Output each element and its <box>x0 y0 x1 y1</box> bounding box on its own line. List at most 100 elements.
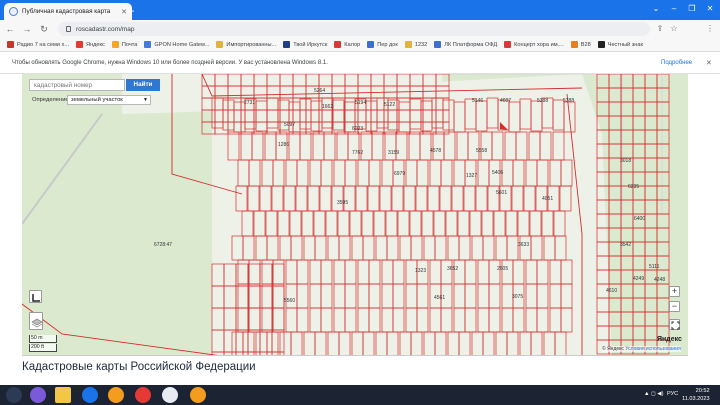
cadastral-label: 5601 <box>496 190 507 196</box>
bookmark-item[interactable]: Калор <box>334 41 360 48</box>
search-panel: Найти Определение земельный участок ▼ <box>29 79 160 115</box>
cadastral-label: 5388 <box>563 98 574 104</box>
bookmark-item[interactable]: Яндекс <box>76 41 105 48</box>
bookmark-favicon-icon <box>216 41 224 48</box>
ruler-tool-icon[interactable] <box>29 290 42 303</box>
bookmark-label: Почта <box>121 41 138 48</box>
infobar-close-icon[interactable]: ✕ <box>706 59 712 67</box>
map-attribution: © Яндекс Условия использования <box>602 346 681 352</box>
zoom-out-button[interactable]: − <box>669 301 680 312</box>
close-window-button[interactable]: ✕ <box>702 2 718 16</box>
cadastral-label: 6728:47 <box>154 242 172 248</box>
cadastral-label: 5388 <box>537 98 548 104</box>
cadastral-search-input[interactable] <box>29 79 125 91</box>
zoom-in-button[interactable]: + <box>669 286 680 297</box>
cadastral-label: 4607 <box>500 98 511 104</box>
forward-button[interactable]: → <box>20 22 34 36</box>
cadastral-map[interactable]: 4607 5388 5146 2731 5097 6023 5194 5122 7762 3159… <box>22 74 688 356</box>
app-icon-alice[interactable] <box>30 387 46 403</box>
search-button[interactable]: Найти <box>126 79 160 91</box>
cadastral-label: 2731 <box>244 100 255 106</box>
bookmark-item[interactable]: 1232 <box>404 41 428 48</box>
chrome-icon[interactable] <box>82 387 98 403</box>
bookmark-item[interactable]: Честный знак <box>597 41 643 48</box>
bookmark-favicon-icon <box>7 41 14 48</box>
fullscreen-icon[interactable] <box>669 319 680 330</box>
cadastral-label: 3018 <box>620 158 631 164</box>
bookmark-label: В28 <box>580 41 591 48</box>
cadastral-label: 5558 <box>476 148 487 154</box>
yandex-browser-icon[interactable] <box>135 387 151 403</box>
minimize-button[interactable]: – <box>666 2 682 16</box>
bookmark-favicon-icon <box>111 41 119 48</box>
cadastral-label: 6235 <box>628 184 639 190</box>
bookmark-favicon-icon <box>76 41 84 48</box>
bookmark-label: Калор <box>344 41 361 48</box>
file-explorer-icon[interactable] <box>55 387 71 403</box>
cadastral-label: 4248 <box>654 277 665 283</box>
cadastral-label: 3542 <box>620 242 631 248</box>
windows-taskbar: ▲ ◻ ◀) РУС 20:52 11.03.2023 <box>0 385 720 405</box>
bookmark-star-icon[interactable]: ☆ <box>668 23 680 35</box>
cadastral-label: 3159 <box>388 150 399 156</box>
scale-meters: 50 m <box>29 335 57 343</box>
clock-time: 20:52 <box>695 388 710 394</box>
bookmark-favicon-icon <box>283 41 291 48</box>
start-button[interactable] <box>6 387 22 403</box>
bookmark-favicon-icon <box>367 41 375 48</box>
app-icon-1c-second[interactable] <box>190 387 206 403</box>
bookmark-item[interactable]: Твой Иркутск <box>283 41 327 48</box>
bookmark-item[interactable]: ЛК Платформа ОФД <box>434 41 497 48</box>
system-clock[interactable]: 20:52 11.03.2023 <box>682 387 710 403</box>
new-tab-button[interactable]: + <box>124 4 138 18</box>
cadastral-label: 3075 <box>512 294 523 300</box>
maximize-button[interactable]: ❐ <box>684 2 700 16</box>
bookmark-item[interactable]: Концерт хора им.... <box>504 41 564 48</box>
page-content: 4607 5388 5146 2731 5097 6023 5194 5122 7762 3159… <box>0 74 720 380</box>
tray-icons[interactable]: ▲ ◻ ◀) <box>644 391 663 397</box>
menu-icon[interactable]: ⋮ <box>704 23 716 35</box>
input-language[interactable]: РУС <box>667 391 678 397</box>
tab-active[interactable]: Публичная кадастровая карта ✕ <box>4 3 132 20</box>
cadastral-label: 5560 <box>284 298 295 304</box>
clock-date: 11.03.2023 <box>682 396 710 402</box>
bookmark-item[interactable]: Пер док <box>367 41 398 48</box>
bookmark-item[interactable]: Радио 7 на семи х... <box>7 41 69 48</box>
bookmark-favicon-icon <box>404 41 412 48</box>
bookmark-item[interactable]: Импортированны... <box>216 41 276 48</box>
definition-label: Определение <box>32 97 69 103</box>
share-icon[interactable]: ⇪ <box>654 23 666 35</box>
bookmark-label: Честный знак <box>607 41 643 48</box>
cadastral-label: 1662 <box>322 104 333 110</box>
bookmark-item[interactable]: В28 <box>570 41 591 48</box>
cadastral-label: 1286 <box>278 142 289 148</box>
cadastral-label: 3652 <box>447 266 458 272</box>
bookmark-favicon-icon <box>434 41 442 48</box>
cadastral-label: 1323 <box>415 268 426 274</box>
app-icon-c[interactable] <box>162 387 178 403</box>
bookmark-label: 1232 <box>414 41 428 48</box>
bookmark-item[interactable]: Почта <box>111 41 138 48</box>
layers-icon[interactable] <box>29 312 43 330</box>
reload-button[interactable]: ↻ <box>37 22 51 36</box>
app-icon-1c[interactable] <box>108 387 124 403</box>
cadastral-label: 4051 <box>542 196 553 202</box>
bookmark-label: Твой Иркутск <box>293 41 328 48</box>
lock-icon[interactable] <box>66 26 71 32</box>
infobar-more-link[interactable]: Подробнее <box>661 60 692 66</box>
chevron-down-icon: ▼ <box>143 97 148 103</box>
cadastral-label: 4578 <box>430 148 441 154</box>
bookmark-label: Пер док <box>377 41 398 48</box>
scale-feet: 200 ft <box>29 344 57 352</box>
tab-search-icon[interactable]: ⌄ <box>648 2 664 16</box>
bookmark-label: Концерт хора им.... <box>514 41 564 48</box>
bookmark-favicon-icon <box>570 41 578 48</box>
address-bar[interactable]: roscadastr.com/map <box>58 22 650 36</box>
definition-select[interactable]: земельный участок ▼ <box>67 95 151 105</box>
back-button[interactable]: ← <box>3 22 17 36</box>
bookmark-item[interactable]: GPON Home Gatew... <box>144 41 209 48</box>
terms-link[interactable]: Условия использования <box>625 346 681 352</box>
cadastral-label: 5194 <box>355 100 366 106</box>
url-text[interactable]: roscadastr.com/map <box>76 26 135 33</box>
map-canvas[interactable]: 4607 5388 5146 2731 5097 6023 5194 5122 7762 3159… <box>22 74 688 356</box>
